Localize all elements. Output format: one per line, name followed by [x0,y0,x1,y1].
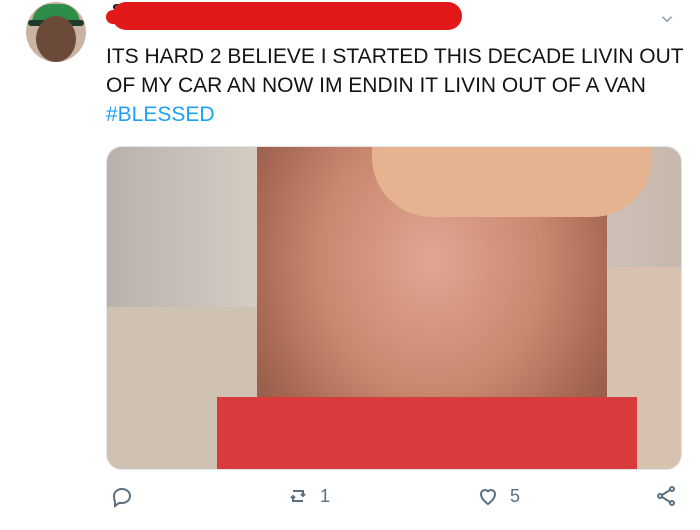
hat-shape [372,147,652,217]
tweet-body: ITS HARD 2 BELIEVE I STARTED THIS DECADE… [106,45,684,97]
tweet-image[interactable] [106,146,682,470]
like-button[interactable]: 5 [476,484,520,508]
avatar[interactable] [26,2,86,62]
tweet-actions: 1 5 [106,478,686,518]
reply-icon [112,487,132,508]
like-count: 5 [510,485,521,506]
hashtag-link[interactable]: #BLESSED [106,103,215,126]
shirt-shape [217,397,637,469]
avatar-face [36,16,76,62]
tweet-text: ITS HARD 2 BELIEVE I STARTED THIS DECADE… [106,42,686,129]
retweet-button[interactable]: 1 [286,484,330,508]
redaction-mark [106,2,462,30]
reply-button[interactable] [110,484,144,508]
share-button[interactable] [654,484,678,508]
share-icon [657,486,675,506]
heart-icon [479,489,497,506]
chevron-down-icon[interactable] [658,10,676,28]
retweet-count: 1 [320,485,331,506]
retweet-icon [290,490,306,502]
